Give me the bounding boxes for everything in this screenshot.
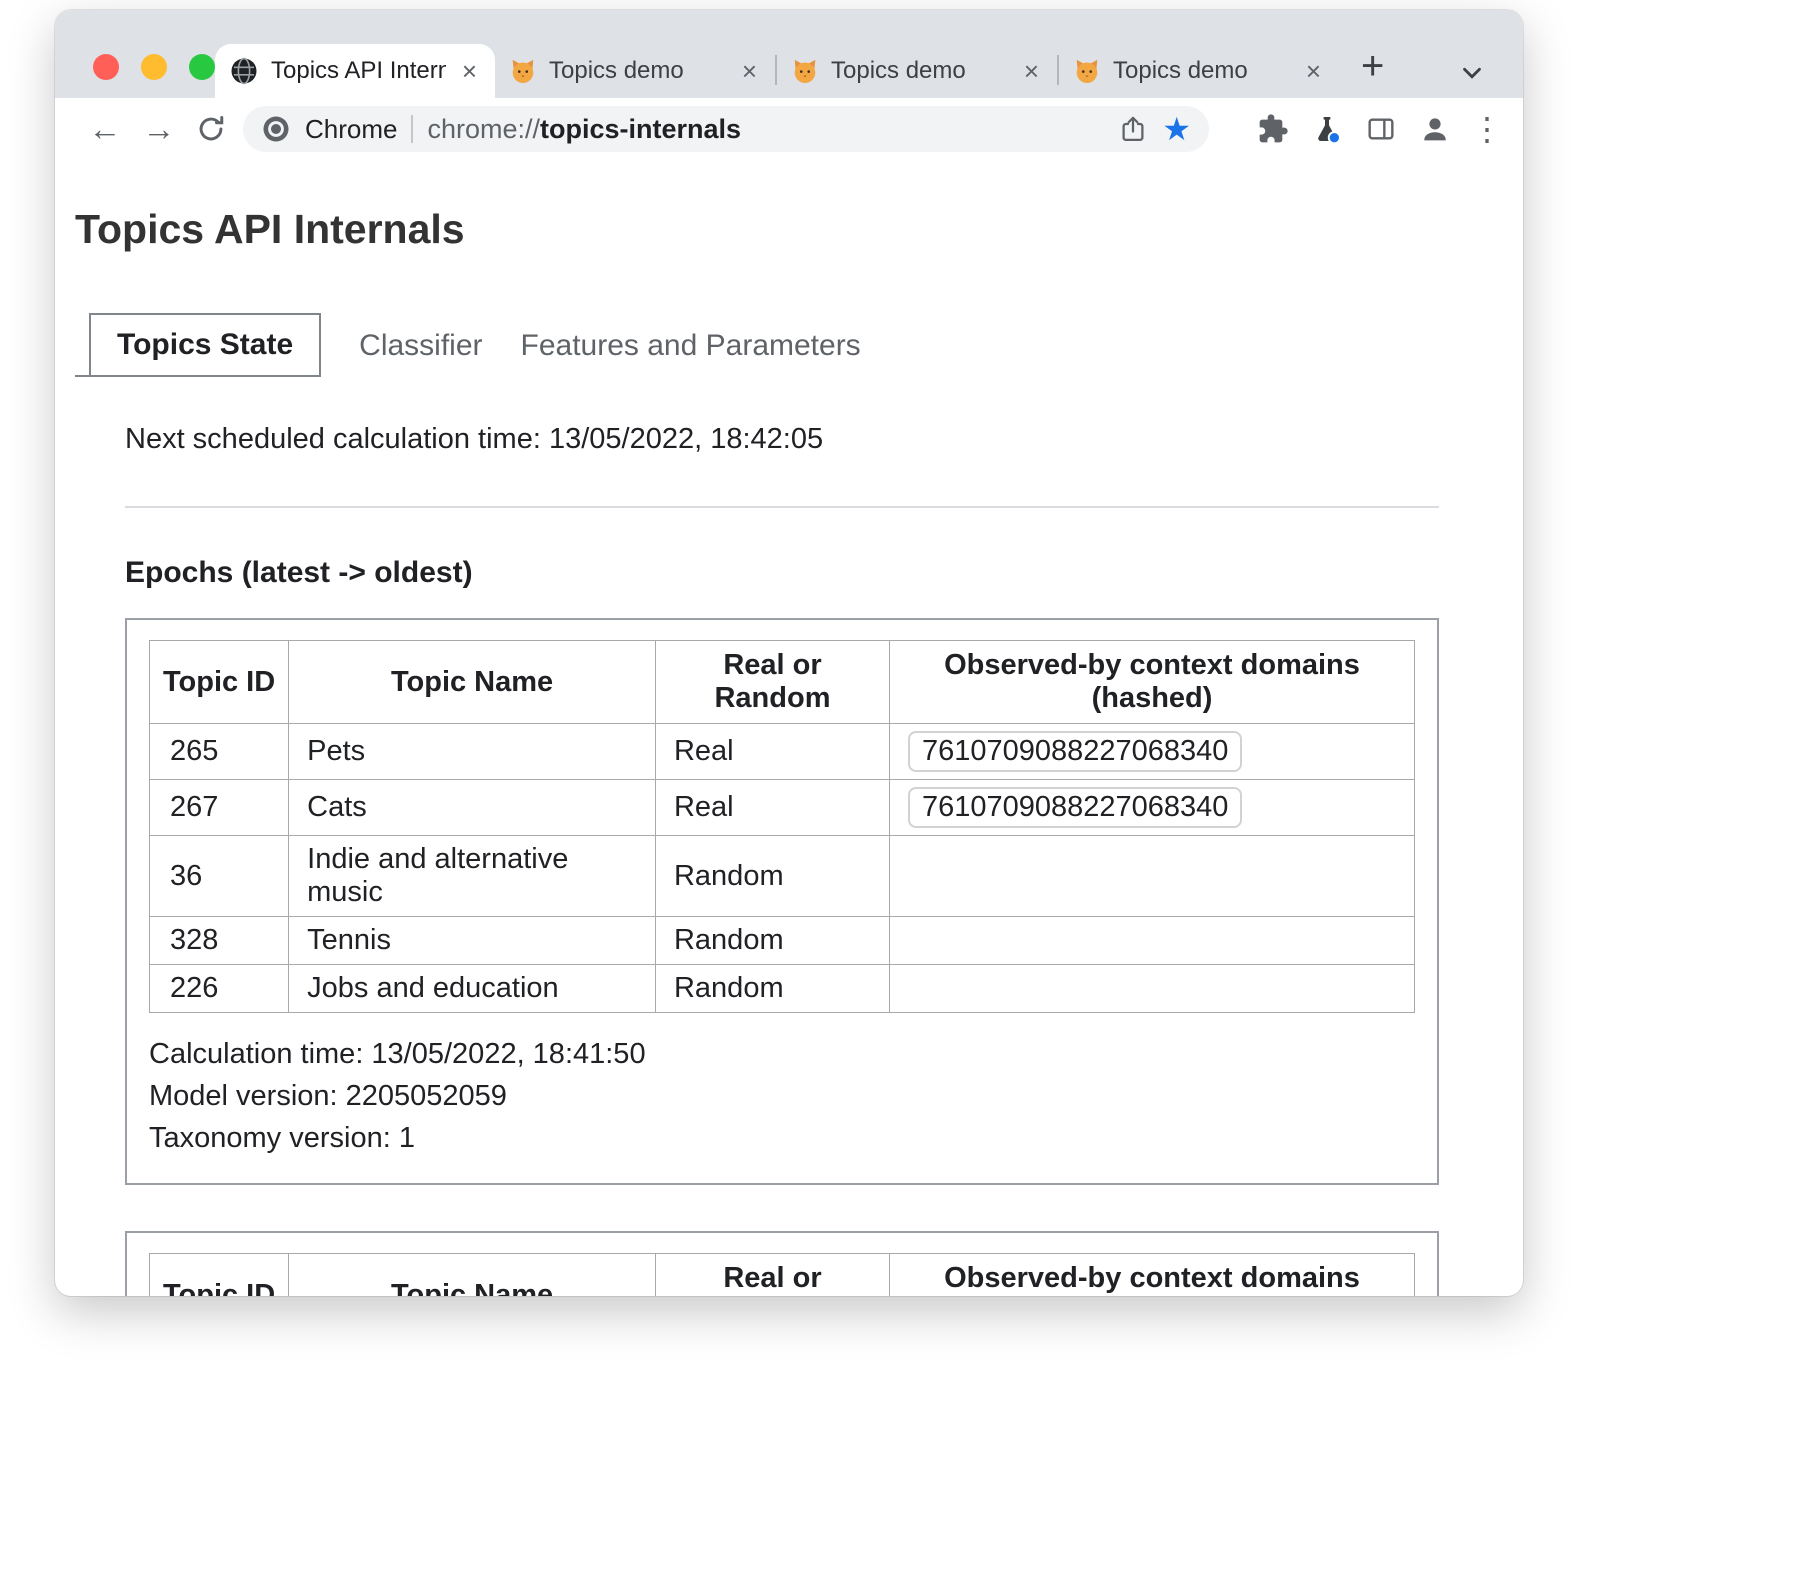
forward-icon[interactable]: → bbox=[139, 110, 179, 148]
tab-title: Topics API Intern bbox=[271, 57, 446, 85]
tab-features-and-parameters[interactable]: Features and Parameters bbox=[521, 315, 861, 377]
table-header-row: Topic ID Topic Name Real or Random Obser… bbox=[150, 1254, 1415, 1297]
next-calculation-time: Next scheduled calculation time: 13/05/2… bbox=[125, 423, 1439, 456]
col-topic-name: Topic Name bbox=[289, 641, 656, 724]
tab-classifier[interactable]: Classifier bbox=[359, 315, 482, 377]
observed-domains-cell: 7610709088227068340 bbox=[890, 780, 1415, 836]
tab-divider bbox=[1057, 55, 1059, 85]
topic-id: 267 bbox=[150, 780, 289, 836]
tab-strip: Topics API Intern × Topics demo × Topics… bbox=[55, 10, 1523, 98]
model-version: Model version: 2205052059 bbox=[149, 1075, 1415, 1117]
topic-name: Pets bbox=[289, 724, 656, 780]
url-text: chrome://topics-internals bbox=[427, 114, 741, 145]
col-topic-name: Topic Name bbox=[289, 1254, 656, 1297]
table-row: 36 Indie and alternative music Random bbox=[150, 836, 1415, 917]
table-row: 267 Cats Real 7610709088227068340 bbox=[150, 780, 1415, 836]
table-row: 265 Pets Real 7610709088227068340 bbox=[150, 724, 1415, 780]
cat-icon bbox=[509, 57, 537, 85]
page-tabs: Topics State Classifier Features and Par… bbox=[75, 313, 1523, 377]
close-tab-icon[interactable]: × bbox=[1302, 56, 1325, 87]
browser-tab-topics-internals[interactable]: Topics API Intern × bbox=[215, 44, 495, 98]
col-real-or-random: Real or Random bbox=[655, 1254, 889, 1297]
close-tab-icon[interactable]: × bbox=[458, 56, 481, 87]
browser-tab-topics-demo-3[interactable]: Topics demo × bbox=[1059, 44, 1339, 98]
close-tab-icon[interactable]: × bbox=[738, 56, 761, 87]
close-tab-icon[interactable]: × bbox=[1020, 56, 1043, 87]
real-or-random: Random bbox=[655, 917, 889, 965]
tab-topics-state[interactable]: Topics State bbox=[89, 313, 321, 377]
topic-name: Indie and alternative music bbox=[289, 836, 656, 917]
topic-id: 328 bbox=[150, 917, 289, 965]
topic-name: Jobs and education bbox=[289, 965, 656, 1013]
new-tab-button[interactable]: + bbox=[1361, 46, 1384, 86]
search-engine-label: Chrome bbox=[305, 114, 397, 145]
cat-icon bbox=[791, 57, 819, 85]
col-topic-id: Topic ID bbox=[150, 641, 289, 724]
profile-avatar-icon[interactable] bbox=[1417, 113, 1453, 145]
tab-search-chevron-icon[interactable] bbox=[1457, 58, 1487, 88]
topics-state-panel: Next scheduled calculation time: 13/05/2… bbox=[55, 423, 1523, 1296]
bookmark-star-icon[interactable]: ★ bbox=[1162, 113, 1191, 145]
cat-icon bbox=[1073, 57, 1101, 85]
browser-menu-icon[interactable]: ⋮ bbox=[1471, 110, 1495, 148]
close-window-button[interactable] bbox=[93, 54, 119, 80]
share-icon[interactable] bbox=[1118, 114, 1148, 144]
window-controls bbox=[93, 54, 215, 80]
col-observed-domains: Observed-by context domains (hashed) bbox=[890, 641, 1415, 724]
tab-baseline-segment bbox=[75, 375, 89, 377]
table-row: 328 Tennis Random bbox=[150, 917, 1415, 965]
observed-domains-cell bbox=[890, 836, 1415, 917]
back-icon[interactable]: ← bbox=[85, 110, 125, 148]
topic-id: 226 bbox=[150, 965, 289, 1013]
col-real-or-random: Real or Random bbox=[655, 641, 889, 724]
page-title: Topics API Internals bbox=[75, 206, 1523, 253]
topic-name: Cats bbox=[289, 780, 656, 836]
real-or-random: Random bbox=[655, 965, 889, 1013]
real-or-random: Real bbox=[655, 780, 889, 836]
epoch-box-1: Topic ID Topic Name Real or Random Obser… bbox=[125, 618, 1439, 1185]
observed-domains-cell bbox=[890, 917, 1415, 965]
url-divider bbox=[411, 115, 413, 143]
zoom-window-button[interactable] bbox=[189, 54, 215, 80]
chrome-logo-icon bbox=[261, 114, 291, 144]
epoch-table-1: Topic ID Topic Name Real or Random Obser… bbox=[149, 640, 1415, 1013]
table-header-row: Topic ID Topic Name Real or Random Obser… bbox=[150, 641, 1415, 724]
real-or-random: Real bbox=[655, 724, 889, 780]
tab-title: Topics demo bbox=[1113, 57, 1290, 85]
real-or-random: Random bbox=[655, 836, 889, 917]
table-row: 226 Jobs and education Random bbox=[150, 965, 1415, 1013]
taxonomy-version: Taxonomy version: 1 bbox=[149, 1117, 1415, 1159]
observed-domains-value: 7610709088227068340 bbox=[908, 787, 1242, 828]
tab-title: Topics demo bbox=[831, 57, 1008, 85]
minimize-window-button[interactable] bbox=[141, 54, 167, 80]
divider bbox=[125, 506, 1439, 508]
browser-toolbar: ← → Chrome chrome://topics-internals ★ bbox=[55, 98, 1523, 160]
side-panel-icon[interactable] bbox=[1363, 113, 1399, 145]
epoch-box-2: Topic ID Topic Name Real or Random Obser… bbox=[125, 1231, 1439, 1296]
page-content: Topics API Internals Topics State Classi… bbox=[55, 206, 1523, 1296]
observed-domains-cell: 7610709088227068340 bbox=[890, 724, 1415, 780]
chrome-internals-icon bbox=[229, 56, 259, 86]
browser-tabs: Topics API Intern × Topics demo × Topics… bbox=[215, 44, 1384, 98]
browser-window: Topics API Intern × Topics demo × Topics… bbox=[55, 10, 1523, 1296]
topic-id: 36 bbox=[150, 836, 289, 917]
observed-domains-cell bbox=[890, 965, 1415, 1013]
topic-name: Tennis bbox=[289, 917, 656, 965]
address-bar[interactable]: Chrome chrome://topics-internals ★ bbox=[243, 106, 1209, 152]
tab-title: Topics demo bbox=[549, 57, 726, 85]
col-observed-domains: Observed-by context domains (hashed) bbox=[890, 1254, 1415, 1297]
epochs-heading: Epochs (latest -> oldest) bbox=[125, 556, 1439, 590]
epoch-meta: Calculation time: 13/05/2022, 18:41:50 M… bbox=[149, 1033, 1415, 1159]
epoch-table-2: Topic ID Topic Name Real or Random Obser… bbox=[149, 1253, 1415, 1296]
observed-domains-value: 7610709088227068340 bbox=[908, 731, 1242, 772]
reload-icon[interactable] bbox=[193, 112, 229, 146]
calculation-time: Calculation time: 13/05/2022, 18:41:50 bbox=[149, 1033, 1415, 1075]
col-topic-id: Topic ID bbox=[150, 1254, 289, 1297]
browser-tab-topics-demo-1[interactable]: Topics demo × bbox=[495, 44, 775, 98]
extensions-puzzle-icon[interactable] bbox=[1255, 113, 1291, 145]
chrome-labs-flask-icon[interactable] bbox=[1309, 113, 1345, 145]
browser-tab-topics-demo-2[interactable]: Topics demo × bbox=[777, 44, 1057, 98]
tab-divider bbox=[775, 55, 777, 85]
topic-id: 265 bbox=[150, 724, 289, 780]
